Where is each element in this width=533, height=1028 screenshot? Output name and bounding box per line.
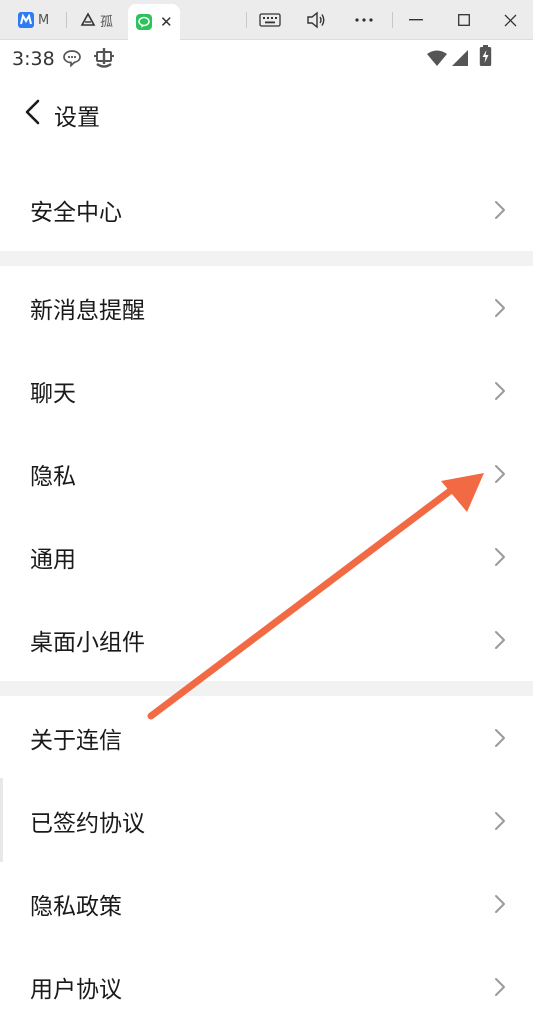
browser-tab-title: 孤 [100, 14, 114, 30]
chevron-right-icon [495, 464, 505, 483]
chevron-right-icon [495, 728, 505, 747]
tab-close-button[interactable]: ✕ [160, 13, 173, 31]
settings-item-privacy[interactable]: 隐私 [0, 432, 533, 515]
bug-icon [93, 46, 115, 74]
settings-item-about[interactable]: 关于连信 [0, 696, 533, 779]
settings-item-label: 桌面小组件 [30, 629, 145, 656]
keyboard-icon[interactable] [256, 8, 284, 32]
browser-tab-3-active[interactable]: ✕ [128, 4, 180, 40]
settings-item-chat[interactable]: 聊天 [0, 349, 533, 432]
browser-tab-title: M [38, 12, 50, 28]
chevron-right-icon [495, 298, 505, 317]
settings-list: 安全中心 新消息提醒 聊天 隐私 通用 桌面小组件 关于连信 已签约协议 隐私政… [0, 168, 533, 1028]
settings-item-label: 通用 [30, 546, 76, 573]
green-chat-app-icon [136, 14, 152, 30]
section-divider [0, 681, 533, 696]
chevron-right-icon [495, 381, 505, 400]
toolbar-divider [392, 12, 393, 28]
triangle-app-icon [80, 12, 96, 28]
wifi-icon [426, 50, 448, 70]
status-time: 3:38 [12, 48, 55, 70]
browser-tab-2[interactable]: 孤 [80, 0, 113, 40]
blue-m-app-icon [18, 12, 34, 28]
settings-item-label: 隐私 [30, 463, 76, 490]
settings-item-label: 新消息提醒 [30, 297, 145, 324]
scroll-edge-indicator [0, 778, 3, 862]
chevron-right-icon [495, 630, 505, 649]
maximize-icon[interactable] [450, 8, 478, 32]
settings-item-label: 安全中心 [30, 199, 122, 226]
chevron-right-icon [495, 200, 505, 219]
settings-item-notifications[interactable]: 新消息提醒 [0, 266, 533, 349]
back-button[interactable] [18, 96, 46, 128]
settings-item-desktop-widgets[interactable]: 桌面小组件 [0, 598, 533, 681]
page-header: 设置 [0, 78, 533, 148]
browser-tab-1[interactable]: M [18, 0, 49, 40]
settings-item-label: 关于连信 [30, 727, 122, 754]
settings-item-label: 隐私政策 [30, 893, 122, 920]
status-bar: 3:38 [0, 40, 533, 78]
settings-item-label: 已签约协议 [30, 810, 145, 837]
page-title: 设置 [54, 105, 100, 131]
chevron-right-icon [495, 894, 505, 913]
browser-tab-strip: M 孤 ✕ [0, 0, 533, 40]
settings-item-security-center[interactable]: 安全中心 [0, 168, 533, 251]
toolbar-divider [246, 12, 247, 28]
tab-divider [66, 12, 67, 28]
section-divider [0, 251, 533, 266]
settings-item-general[interactable]: 通用 [0, 515, 533, 598]
settings-item-signed-agreements[interactable]: 已签约协议 [0, 779, 533, 862]
chevron-left-icon [25, 99, 40, 125]
battery-charging-icon [479, 45, 492, 71]
settings-item-label: 聊天 [30, 380, 76, 407]
signal-icon [451, 50, 469, 70]
settings-item-privacy-policy[interactable]: 隐私政策 [0, 862, 533, 945]
chevron-right-icon [495, 547, 505, 566]
close-icon[interactable] [496, 8, 524, 32]
speaker-icon[interactable] [302, 8, 330, 32]
chevron-right-icon [495, 811, 505, 830]
minimize-icon[interactable] [402, 8, 430, 32]
more-icon[interactable] [350, 8, 378, 32]
chat-bubble-icon [62, 49, 82, 71]
